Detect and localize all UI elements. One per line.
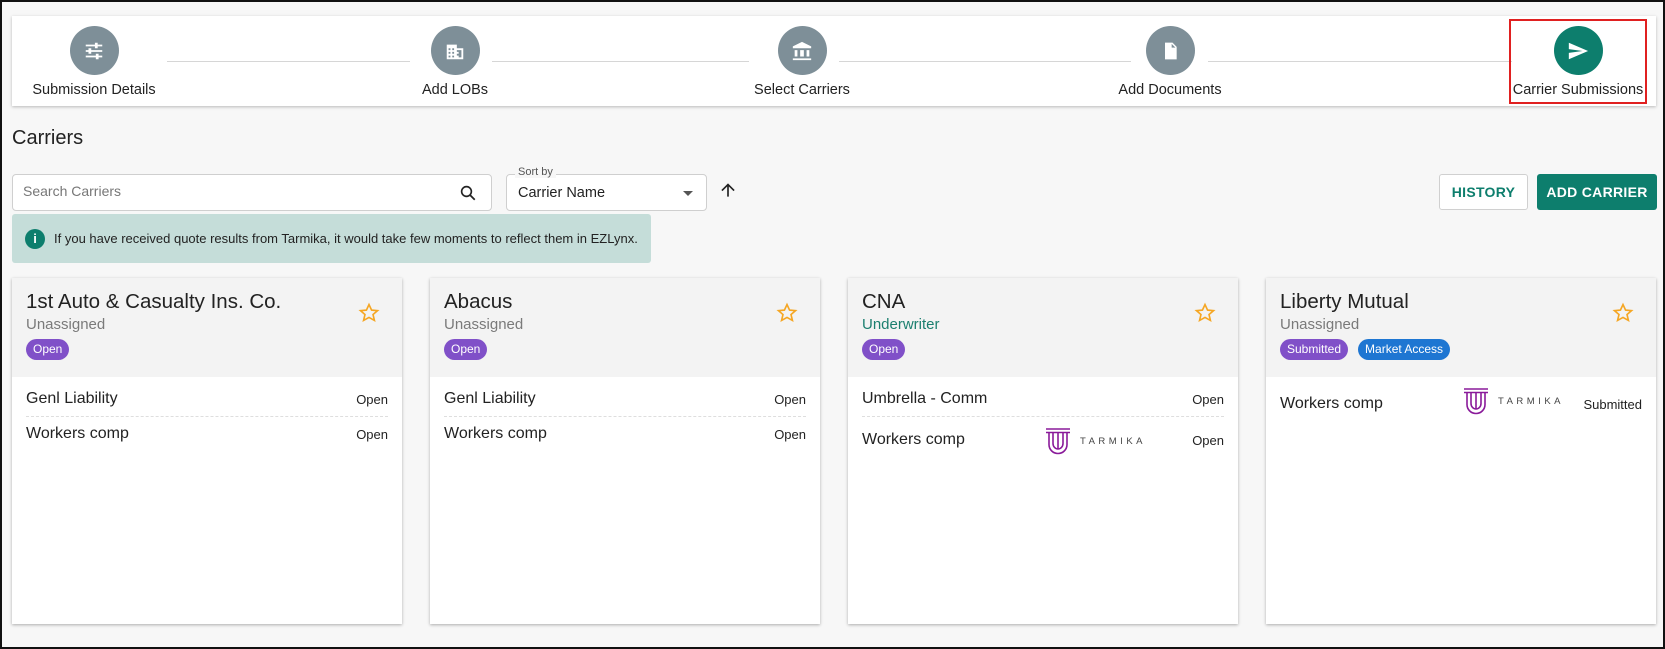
- sliders-icon: [69, 26, 119, 75]
- status-badge: Submitted: [1280, 339, 1349, 360]
- carrier-card[interactable]: CNA Underwriter Open Umbrella - Comm Ope…: [848, 278, 1238, 624]
- step-label: Add LOBs: [421, 82, 489, 98]
- card-header: Abacus Unassigned Open: [430, 278, 820, 377]
- status-badge: Open: [26, 339, 70, 360]
- carrier-name: Abacus: [444, 290, 513, 313]
- lob-status: Open: [1192, 392, 1224, 407]
- step-submission-details[interactable]: Submission Details: [4, 26, 184, 98]
- carrier-card[interactable]: 1st Auto & Casualty Ins. Co. Unassigned …: [12, 278, 402, 624]
- lob-status: Open: [774, 427, 806, 442]
- status-badge: Open: [862, 339, 906, 360]
- market-access-badge: Market Access: [1358, 339, 1451, 360]
- status-badges: Submitted Market Access: [1280, 339, 1451, 360]
- search-icon[interactable]: [459, 184, 477, 207]
- step-add-lobs[interactable]: Add LOBs: [365, 26, 545, 98]
- step-label: Add Documents: [1118, 82, 1222, 98]
- app-frame: Submission Details Add LOBs Select Carri…: [0, 0, 1665, 649]
- page-title: Carriers: [12, 127, 84, 149]
- lob-status: Open: [774, 392, 806, 407]
- carrier-name: 1st Auto & Casualty Ins. Co.: [26, 290, 282, 313]
- lob-row[interactable]: Workers comp TARMIKA Submitted: [1280, 382, 1642, 427]
- history-button[interactable]: HISTORY: [1439, 174, 1528, 210]
- carrier-assignee: Unassigned: [1280, 316, 1360, 333]
- card-header: 1st Auto & Casualty Ins. Co. Unassigned …: [12, 278, 402, 377]
- sort-label: Sort by: [515, 166, 556, 178]
- star-icon[interactable]: [1612, 302, 1634, 329]
- lob-status: Open: [356, 427, 388, 442]
- search-field[interactable]: [12, 174, 492, 211]
- carrier-card[interactable]: Liberty Mutual Unassigned Submitted Mark…: [1266, 278, 1656, 624]
- info-banner: i If you have received quote results fro…: [12, 214, 651, 263]
- carrier-card[interactable]: Abacus Unassigned Open Genl Liability Op…: [430, 278, 820, 624]
- sort-value: Carrier Name: [518, 185, 606, 201]
- step-add-documents[interactable]: Add Documents: [1080, 26, 1260, 98]
- building-icon: [430, 26, 480, 75]
- lob-row[interactable]: Workers comp Open: [444, 417, 806, 452]
- status-badge: Open: [444, 339, 488, 360]
- info-icon: i: [25, 229, 45, 249]
- tarmika-wordmark: TARMIKA: [1498, 395, 1565, 407]
- star-icon[interactable]: [358, 302, 380, 329]
- lob-list: Genl Liability Open Workers comp Open: [430, 377, 820, 452]
- lob-name: Genl Liability: [444, 390, 536, 407]
- lob-row[interactable]: Workers comp Open: [26, 417, 388, 452]
- card-header: CNA Underwriter Open: [848, 278, 1238, 377]
- step-label: Submission Details: [32, 82, 156, 98]
- carrier-name: CNA: [862, 290, 906, 313]
- lob-list: Workers comp TARMIKA Submitted: [1266, 377, 1656, 427]
- star-icon[interactable]: [1194, 302, 1216, 329]
- status-badges: Open: [862, 339, 906, 360]
- lob-status: Open: [356, 392, 388, 407]
- lob-status: Submitted: [1583, 397, 1642, 412]
- lob-list: Umbrella - Comm Open Workers comp TARMIK…: [848, 377, 1238, 462]
- carrier-assignee: Unassigned: [444, 316, 524, 333]
- tarmika-wordmark: TARMIKA: [1080, 435, 1147, 447]
- workflow-stepper: Submission Details Add LOBs Select Carri…: [12, 16, 1656, 106]
- search-input[interactable]: [23, 183, 443, 199]
- chevron-down-icon: [683, 191, 693, 196]
- carrier-assignee: Unassigned: [26, 316, 106, 333]
- star-icon[interactable]: [776, 302, 798, 329]
- document-icon: [1145, 26, 1195, 75]
- add-carrier-button[interactable]: ADD CARRIER: [1537, 174, 1657, 210]
- lob-name: Workers comp: [862, 431, 965, 448]
- arrow-up-icon[interactable]: [718, 180, 738, 205]
- lob-row[interactable]: Workers comp TARMIKA Open: [862, 417, 1224, 462]
- status-badges: Open: [444, 339, 488, 360]
- sort-select[interactable]: Sort by Carrier Name: [506, 166, 707, 211]
- lob-row[interactable]: Genl Liability Open: [26, 382, 388, 417]
- active-step-highlight: [1509, 19, 1647, 104]
- status-badges: Open: [26, 339, 70, 360]
- lob-name: Workers comp: [444, 425, 547, 442]
- lob-row[interactable]: Genl Liability Open: [444, 382, 806, 417]
- step-label: Select Carriers: [754, 82, 850, 98]
- lob-name: Workers comp: [1280, 395, 1383, 412]
- lob-status: Open: [1192, 433, 1224, 448]
- carrier-assignee[interactable]: Underwriter: [862, 316, 940, 333]
- step-select-carriers[interactable]: Select Carriers: [712, 26, 892, 98]
- card-header: Liberty Mutual Unassigned Submitted Mark…: [1266, 278, 1656, 377]
- info-message: If you have received quote results from …: [54, 231, 638, 246]
- bank-icon: [777, 26, 827, 75]
- lob-name: Umbrella - Comm: [862, 390, 988, 407]
- lob-name: Genl Liability: [26, 390, 118, 407]
- lob-name: Workers comp: [26, 425, 129, 442]
- lob-row[interactable]: Umbrella - Comm Open: [862, 382, 1224, 417]
- tarmika-logo: TARMIKA: [1462, 386, 1564, 416]
- carrier-name: Liberty Mutual: [1280, 290, 1409, 313]
- lob-list: Genl Liability Open Workers comp Open: [12, 377, 402, 452]
- tarmika-logo: TARMIKA: [1044, 426, 1146, 456]
